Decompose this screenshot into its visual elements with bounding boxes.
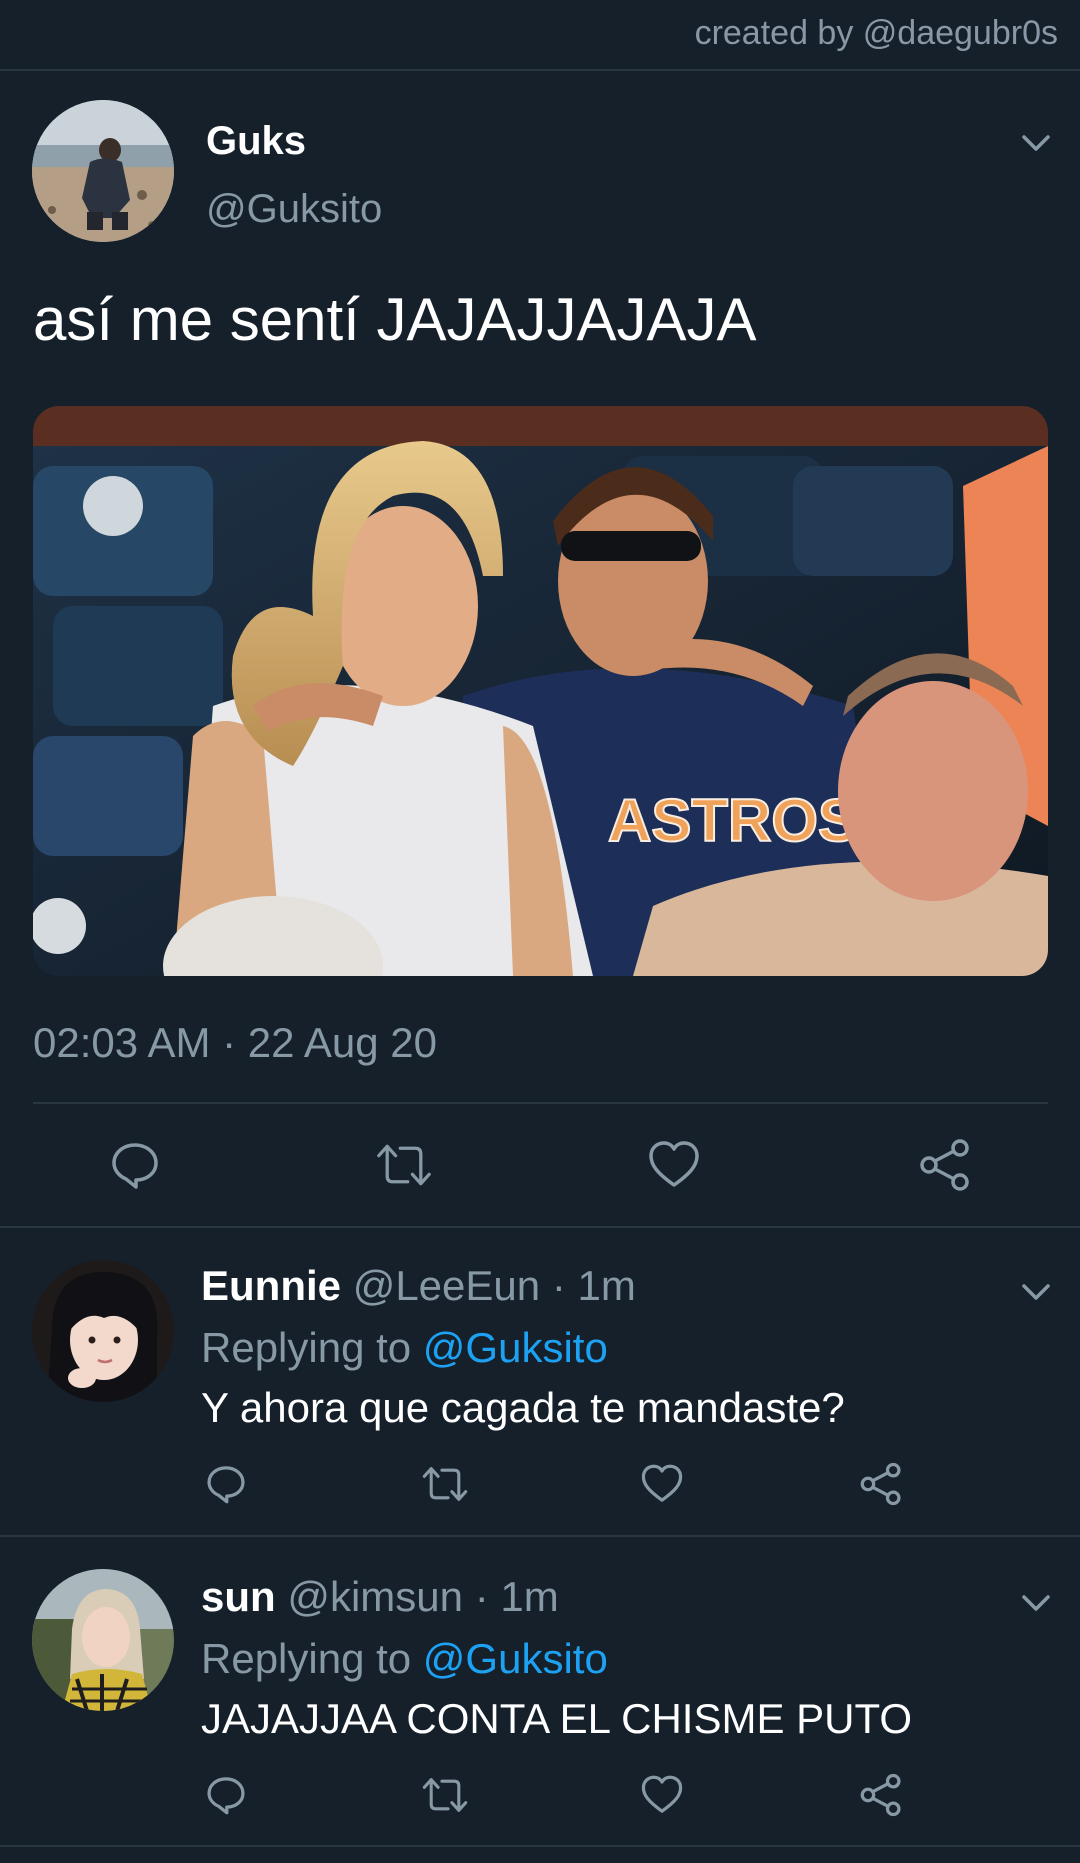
- divider: [33, 1102, 1048, 1104]
- reply-author-name[interactable]: Eunnie: [201, 1262, 341, 1309]
- like-icon: [641, 1775, 683, 1813]
- share-button[interactable]: [917, 1137, 973, 1193]
- chevron-down-icon[interactable]: [1016, 129, 1056, 159]
- reply-author-handle[interactable]: @kimsun: [287, 1573, 463, 1620]
- reply-author-name[interactable]: sun: [201, 1573, 276, 1620]
- retweet-button[interactable]: [422, 1461, 468, 1507]
- reply-header: sun @kimsun · 1m: [201, 1573, 559, 1621]
- reply-avatar[interactable]: [32, 1260, 174, 1402]
- reply-author-handle[interactable]: @LeeEun: [353, 1262, 540, 1309]
- share-button[interactable]: [858, 1772, 904, 1818]
- author-handle[interactable]: @Guksito: [206, 187, 382, 232]
- tweet-text: así me sentí JAJAJJAJAJA: [33, 286, 757, 353]
- chevron-down-icon[interactable]: [1016, 1589, 1056, 1619]
- replying-to-link[interactable]: @Guksito: [423, 1635, 608, 1682]
- chevron-down-icon[interactable]: [1016, 1278, 1056, 1308]
- credit-text: created by @daegubr0s: [694, 14, 1058, 52]
- share-icon: [860, 1462, 901, 1506]
- reply-avatar[interactable]: [32, 1569, 174, 1711]
- reply-tweet[interactable]: sun @kimsun · 1m Replying to @Guksito JA…: [0, 1537, 1080, 1847]
- replying-prefix: Replying to: [201, 1635, 412, 1682]
- reply-button[interactable]: [203, 1772, 249, 1818]
- reply-icon: [112, 1143, 158, 1189]
- like-icon: [649, 1141, 699, 1187]
- shirt-text: ASTROS: [608, 787, 858, 854]
- tweet-image[interactable]: ASTROS: [33, 406, 1048, 976]
- main-tweet: Guks @Guksito así me sentí JAJAJJAJAJA A…: [0, 71, 1080, 1228]
- reply-button[interactable]: [203, 1461, 249, 1507]
- reply-text: Y ahora que cagada te mandaste?: [201, 1384, 845, 1431]
- like-button[interactable]: [639, 1461, 685, 1507]
- like-button[interactable]: [646, 1137, 702, 1193]
- like-icon: [641, 1464, 683, 1502]
- retweet-icon: [422, 1778, 468, 1812]
- share-button[interactable]: [858, 1461, 904, 1507]
- reply-tweet[interactable]: Eunnie @LeeEun · 1m Replying to @Guksito…: [0, 1226, 1080, 1537]
- author-name[interactable]: Guks: [206, 119, 306, 164]
- replying-prefix: Replying to: [201, 1324, 412, 1371]
- reply-icon: [207, 1777, 245, 1815]
- retweet-button[interactable]: [376, 1137, 432, 1193]
- retweet-icon: [422, 1467, 468, 1501]
- reply-icon: [207, 1466, 245, 1504]
- reply-time: · 1m: [474, 1573, 559, 1620]
- replying-to: Replying to @Guksito: [201, 1635, 608, 1683]
- credit-bar: created by @daegubr0s: [0, 0, 1080, 71]
- like-button[interactable]: [639, 1772, 685, 1818]
- share-icon: [860, 1773, 901, 1817]
- tweet-timestamp[interactable]: 02:03 AM · 22 Aug 20: [33, 1019, 437, 1067]
- reply-text: JAJAJJAA CONTA EL CHISME PUTO: [201, 1695, 913, 1742]
- reply-header: Eunnie @LeeEun · 1m: [201, 1262, 636, 1310]
- replying-to-link[interactable]: @Guksito: [423, 1324, 608, 1371]
- reply-button[interactable]: [107, 1137, 163, 1193]
- reply-time: · 1m: [551, 1262, 636, 1309]
- share-icon: [920, 1139, 969, 1191]
- author-avatar[interactable]: [32, 100, 174, 242]
- retweet-button[interactable]: [422, 1772, 468, 1818]
- replying-to: Replying to @Guksito: [201, 1324, 608, 1372]
- retweet-icon: [377, 1144, 431, 1186]
